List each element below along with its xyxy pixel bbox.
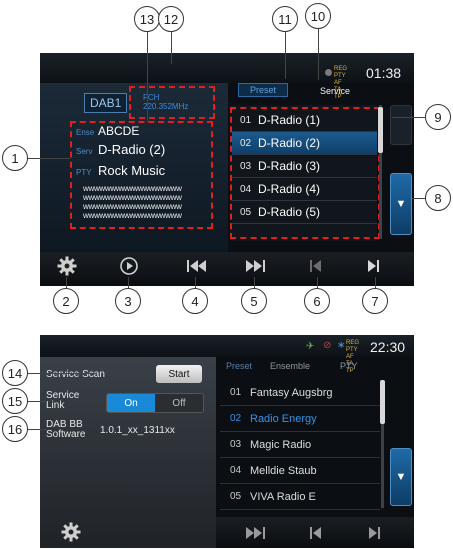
tab-ensemble[interactable]: Ensemble: [270, 361, 310, 371]
callout-15: 15: [2, 388, 28, 414]
callout-14: 14: [2, 360, 28, 386]
station-row[interactable]: 01 Fantasy Augsbrg: [220, 380, 380, 406]
status-bar: [40, 53, 414, 83]
station-row[interactable]: 03 Magic Radio: [220, 432, 380, 458]
service-scan-label: Service Scan: [46, 369, 105, 380]
callout-11: 11: [272, 6, 298, 32]
callout-16-leader: [27, 429, 47, 430]
callout-1-leader: [26, 158, 70, 159]
mute-icon: ⊘: [323, 340, 332, 351]
down-arrow-icon: ▼: [395, 471, 407, 483]
antenna-icon: ✈: [306, 341, 315, 352]
callout-6: 6: [304, 288, 330, 314]
tab-preset[interactable]: Preset: [238, 83, 288, 97]
callout-4: 4: [182, 288, 208, 314]
next-icon[interactable]: [366, 523, 382, 543]
callout-12: 12: [158, 6, 184, 32]
callout-8-leader: [412, 198, 426, 199]
callout-5: 5: [241, 288, 267, 314]
callout-2: 2: [53, 288, 79, 314]
start-button[interactable]: Start: [156, 365, 202, 383]
callout-11-leader: [285, 27, 286, 79]
callout-1: 1: [2, 145, 28, 171]
skip-forward-icon[interactable]: [243, 256, 267, 276]
dab-settings-screen: ✈ ⊘ ∗ REG PTY AF TA TP 22:30 Service Sca…: [40, 335, 414, 548]
dab-radio-screen: REG PTY AF TA TP 01:38 Preset Service DA…: [40, 53, 414, 286]
service-name: D-Radio (2): [98, 142, 166, 157]
callout-16: 16: [2, 416, 28, 442]
scroll-down-button[interactable]: ▼: [390, 173, 412, 235]
callout-15-leader: [27, 401, 47, 402]
down-arrow-icon: ▼: [395, 198, 407, 210]
preset-list: 01 D-Radio (1) 02 D-Radio (2) 03 D-Radio (3…: [232, 109, 377, 224]
settings-panel: [40, 357, 216, 548]
skip-back-icon[interactable]: [185, 256, 209, 276]
callout-7: 7: [362, 288, 388, 314]
control-bar: [40, 252, 414, 286]
pty-name: Rock Music: [98, 163, 166, 178]
station-row[interactable]: 05 VIVA Radio E: [220, 484, 380, 510]
service-line: Serv D-Radio (2): [76, 142, 166, 157]
pty-line: PTY Rock Music: [76, 163, 166, 178]
callout-10: 10: [305, 3, 331, 29]
callout-9-leader: [392, 117, 426, 118]
callout-8: 8: [425, 185, 451, 211]
on-option[interactable]: On: [107, 394, 155, 412]
service-link-label: Service Link: [46, 390, 80, 411]
preset-scroll-thumb[interactable]: [378, 107, 383, 153]
callout-12-leader: [171, 27, 172, 64]
callout-13: 13: [134, 6, 160, 32]
clock: 01:38: [366, 65, 402, 81]
service-link-toggle[interactable]: On Off: [106, 393, 204, 413]
preset-row[interactable]: 01 D-Radio (1): [232, 109, 377, 132]
scroll-up-button[interactable]: [390, 105, 412, 145]
software-version: 1.0.1_xx_1311xx: [100, 425, 175, 436]
software-label: DAB BB Software: [46, 419, 86, 440]
tab-service[interactable]: Service: [310, 85, 360, 99]
gear-icon[interactable]: [60, 521, 82, 543]
next-icon[interactable]: [365, 256, 381, 276]
station-list: 01 Fantasy Augsbrg 02 Radio Energy 03 Magic…: [220, 380, 380, 510]
status-indicator-icon: [325, 69, 332, 76]
skip-forward-icon[interactable]: [243, 523, 267, 543]
bluetooth-icon: ∗: [337, 340, 346, 351]
callout-9: 9: [425, 104, 451, 130]
preset-row[interactable]: 03 D-Radio (3): [232, 155, 377, 178]
prev-icon[interactable]: [308, 523, 324, 543]
frequency-display: FCH 220.352MHz: [143, 93, 189, 111]
dynamic-label-text: wwwwwwwwwwwwwwwwww wwwwwwwwwwwwwwwwww ww…: [83, 184, 182, 220]
band-badge[interactable]: DAB1: [84, 93, 128, 113]
callout-14-leader: [27, 373, 97, 374]
scroll-down-button[interactable]: ▼: [390, 448, 412, 506]
preset-row[interactable]: 05 D-Radio (5): [232, 201, 377, 224]
ensemble-name: ABCDE: [98, 124, 140, 138]
station-row-highlighted[interactable]: 02 Radio Energy: [220, 406, 380, 432]
play-scan-icon[interactable]: [118, 255, 140, 277]
preset-row-selected[interactable]: 02 D-Radio (2): [232, 132, 377, 155]
tab-preset[interactable]: Preset: [226, 361, 252, 371]
off-option[interactable]: Off: [155, 394, 203, 412]
callout-3: 3: [115, 288, 141, 314]
station-scroll-thumb[interactable]: [380, 380, 385, 424]
clock: 22:30: [370, 339, 406, 355]
prev-icon[interactable]: [308, 256, 324, 276]
callout-10-leader: [318, 24, 319, 80]
tab-pty[interactable]: PTY: [340, 361, 358, 371]
callout-13-leader: [147, 27, 148, 122]
preset-row[interactable]: 04 D-Radio (4): [232, 178, 377, 201]
station-row[interactable]: 04 Melldie Staub: [220, 458, 380, 484]
gear-icon[interactable]: [56, 255, 78, 277]
ensemble-line: Ense ABCDE: [76, 124, 140, 138]
